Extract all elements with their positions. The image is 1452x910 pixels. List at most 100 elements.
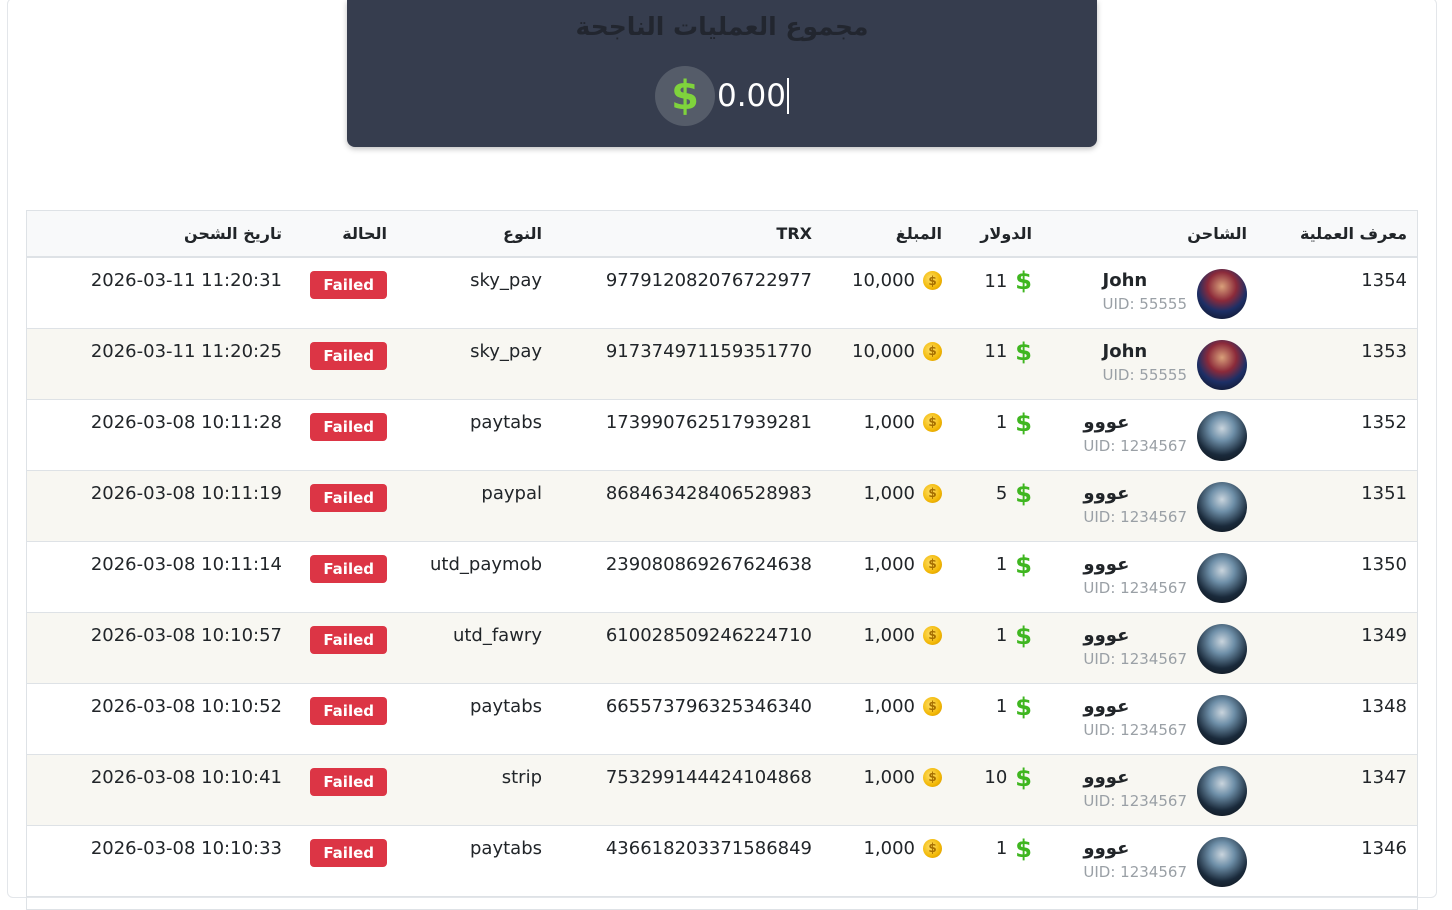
dollar-value: 11: [984, 270, 1008, 292]
trx-value: 753299144424104868: [605, 766, 812, 788]
amount-cell: $ 1,000: [822, 541, 952, 612]
charger-cell: عووو UID: 1234567: [1042, 399, 1257, 470]
charger-name[interactable]: عووو: [1083, 838, 1129, 860]
avatar[interactable]: [1197, 552, 1247, 603]
transaction-id: 1347: [1361, 766, 1407, 788]
table-row[interactable]: 1352 عووو UID: 1234567 $ 1 $ 1,000 17399…: [27, 399, 1417, 470]
charger-name[interactable]: عووو: [1083, 412, 1129, 434]
charger-name[interactable]: John: [1103, 341, 1148, 363]
charger-uid: UID: 1234567: [1083, 436, 1187, 455]
payment-type: utd_fawry: [452, 624, 542, 646]
coin-icon: $: [923, 696, 942, 716]
dollar-cell: $ 1: [952, 612, 1042, 683]
charge-date-text: 2026-03-11 11:20:31: [90, 270, 282, 291]
charge-date-text: 2026-03-11 11:20:25: [90, 340, 282, 362]
table-row[interactable]: 1350 عووو UID: 1234567 $ 1 $ 1,000 23908…: [27, 541, 1417, 612]
status-cell: Failed: [292, 541, 397, 612]
dollar-icon: $: [1015, 267, 1032, 295]
amount-cell: $ 1,000: [822, 754, 952, 825]
transaction-id: 1351: [1361, 482, 1407, 504]
avatar[interactable]: [1197, 836, 1247, 887]
trx-value: 977912082076722977: [605, 270, 812, 291]
dollar-icon: $: [1015, 337, 1032, 366]
charge-date-text: 2026-03-08 10:11:19: [90, 482, 282, 504]
table-row[interactable]: 1348 عووو UID: 1234567 $ 1 $ 1,000 66557…: [27, 683, 1417, 754]
dollar-icon: $: [1015, 408, 1032, 437]
dollar-cell: $ 1: [952, 683, 1042, 754]
trx-value: 917374971159351770: [605, 340, 812, 362]
dollar-cell: $ 11: [952, 257, 1042, 328]
charger-uid: UID: 1234567: [1083, 649, 1187, 668]
avatar[interactable]: [1197, 339, 1247, 390]
charge-date-text: 2026-03-08 10:11:28: [90, 411, 282, 433]
status-badge: Failed: [310, 838, 387, 867]
coin-icon: $: [923, 554, 942, 574]
coin-icon: $: [923, 625, 942, 645]
charge-date: 2026-03-08 10:10:57: [27, 612, 292, 683]
header-trx[interactable]: TRX: [552, 211, 822, 258]
amount-value: 10,000: [852, 270, 915, 291]
table-row[interactable]: 1346 عووو UID: 1234567 $ 1 $ 1,000 43661…: [27, 825, 1417, 896]
dollar-icon: $: [1015, 834, 1032, 863]
table-row[interactable]: 1347 عووو UID: 1234567 $ 10 $ 1,000 7532…: [27, 754, 1417, 825]
charger-cell: عووو UID: 1234567: [1042, 683, 1257, 754]
status-badge: Failed: [310, 271, 387, 299]
trx-value: 173990762517939281: [605, 411, 812, 433]
table-row[interactable]: 1353 John UID: 55555 $ 11 $ 10,000 91737…: [27, 328, 1417, 399]
charge-date: 2026-03-08 10:11:28: [27, 399, 292, 470]
amount-value: 1,000: [863, 766, 915, 788]
transaction-id: 1354: [1361, 270, 1407, 291]
status-badge: Failed: [310, 554, 387, 583]
table-row[interactable]: 1354 John UID: 55555 $ 11 $ 10,000 97791…: [27, 257, 1417, 328]
charger-name[interactable]: عووو: [1083, 767, 1129, 789]
amount-cell: $ 10,000: [822, 257, 952, 328]
charger-uid: UID: 1234567: [1083, 791, 1187, 810]
header-status[interactable]: الحالة: [292, 211, 397, 258]
status-cell: Failed: [292, 328, 397, 399]
header-amount[interactable]: المبلغ: [822, 211, 952, 258]
amount-value: 1,000: [863, 695, 915, 717]
dollar-cell: $ 1: [952, 825, 1042, 896]
avatar[interactable]: [1197, 269, 1247, 319]
transaction-id: 1346: [1361, 837, 1407, 859]
table-row[interactable]: 1351 عووو UID: 1234567 $ 5 $ 1,000 86846…: [27, 470, 1417, 541]
charger-cell: عووو UID: 1234567: [1042, 541, 1257, 612]
amount-cell: $ 1,000: [822, 399, 952, 470]
table-row[interactable]: 1349 عووو UID: 1234567 $ 1 $ 1,000 61002…: [27, 612, 1417, 683]
payment-type: sky_pay: [470, 270, 542, 291]
header-id[interactable]: معرف العملية: [1257, 211, 1417, 258]
status-badge: Failed: [310, 341, 387, 370]
avatar[interactable]: [1197, 623, 1247, 674]
header-type[interactable]: النوع: [397, 211, 552, 258]
amount-value: 1,000: [863, 553, 915, 575]
charger-name[interactable]: John: [1103, 270, 1148, 292]
dollar-value: 10: [984, 767, 1008, 788]
charger-uid: UID: 55555: [1102, 295, 1188, 313]
status-cell: Failed: [292, 754, 397, 825]
header-date[interactable]: تاريخ الشحن: [27, 211, 292, 258]
charger-uid: UID: 1234567: [1083, 578, 1187, 597]
header-dollar[interactable]: الدولار: [952, 211, 1042, 258]
charger-name[interactable]: عووو: [1083, 554, 1129, 576]
dollar-value: 5: [995, 483, 1008, 504]
dollar-value: 1: [995, 554, 1008, 575]
header-charger[interactable]: الشاحن: [1042, 211, 1257, 258]
charger-name[interactable]: عووو: [1083, 483, 1129, 505]
payment-type: paypal: [481, 482, 542, 504]
avatar[interactable]: [1197, 765, 1247, 816]
amount-value: 1,000: [863, 411, 915, 433]
avatar[interactable]: [1197, 694, 1247, 745]
charger-name[interactable]: عووو: [1083, 625, 1129, 647]
dollar-cell: $ 1: [952, 541, 1042, 612]
charger-name[interactable]: عووو: [1083, 696, 1129, 718]
charge-date: 2026-03-11 11:20:25: [27, 328, 292, 399]
transaction-id: 1353: [1361, 340, 1407, 362]
avatar[interactable]: [1197, 410, 1247, 461]
dollar-icon: $: [1015, 479, 1032, 508]
payment-type: paytabs: [470, 411, 542, 433]
dollar-cell: $ 11: [952, 328, 1042, 399]
payment-type: utd_paymob: [430, 553, 542, 575]
avatar[interactable]: [1197, 481, 1247, 532]
charge-date-text: 2026-03-08 10:10:57: [90, 624, 282, 646]
transaction-id: 1352: [1361, 411, 1407, 433]
